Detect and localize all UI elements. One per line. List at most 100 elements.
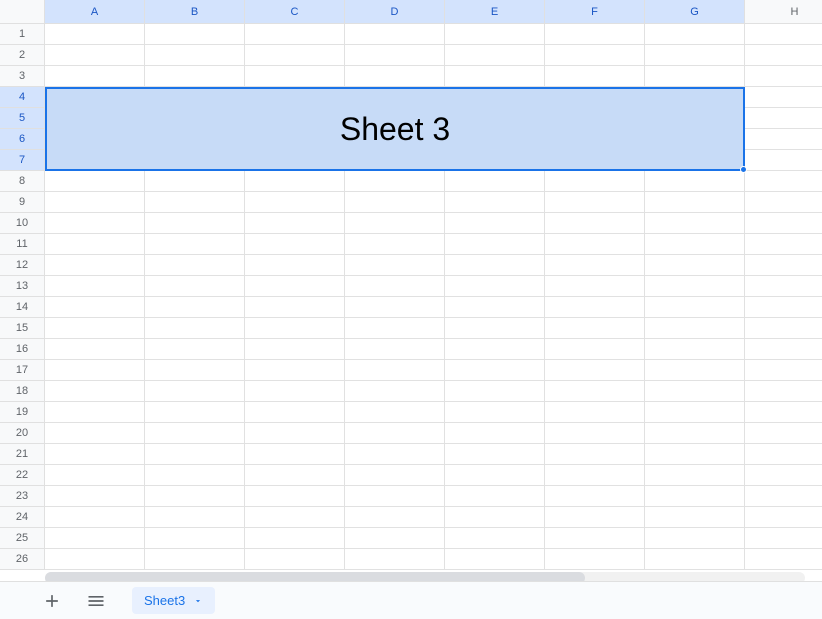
cell-A16[interactable] <box>45 339 145 360</box>
cell-B25[interactable] <box>145 528 245 549</box>
cell-G16[interactable] <box>645 339 745 360</box>
cell-H8[interactable] <box>745 171 822 192</box>
cell-F20[interactable] <box>545 423 645 444</box>
cell-E9[interactable] <box>445 192 545 213</box>
row-header-26[interactable]: 26 <box>0 549 45 570</box>
cell-H13[interactable] <box>745 276 822 297</box>
sheet-tab-active[interactable]: Sheet3 <box>132 587 215 614</box>
cell-E10[interactable] <box>445 213 545 234</box>
cell-D9[interactable] <box>345 192 445 213</box>
cell-C8[interactable] <box>245 171 345 192</box>
cell-A10[interactable] <box>45 213 145 234</box>
all-sheets-button[interactable] <box>82 587 110 615</box>
cell-E24[interactable] <box>445 507 545 528</box>
cell-B26[interactable] <box>145 549 245 570</box>
cell-A9[interactable] <box>45 192 145 213</box>
cell-D20[interactable] <box>345 423 445 444</box>
cell-D26[interactable] <box>345 549 445 570</box>
row-header-4[interactable]: 4 <box>0 87 45 108</box>
cell-C14[interactable] <box>245 297 345 318</box>
cell-C10[interactable] <box>245 213 345 234</box>
cell-E14[interactable] <box>445 297 545 318</box>
cell-B12[interactable] <box>145 255 245 276</box>
add-sheet-button[interactable] <box>38 587 66 615</box>
cell-A11[interactable] <box>45 234 145 255</box>
cell-A18[interactable] <box>45 381 145 402</box>
cell-G8[interactable] <box>645 171 745 192</box>
cell-C17[interactable] <box>245 360 345 381</box>
cell-H25[interactable] <box>745 528 822 549</box>
cell-C11[interactable] <box>245 234 345 255</box>
cell-G1[interactable] <box>645 24 745 45</box>
cell-G12[interactable] <box>645 255 745 276</box>
cell-G22[interactable] <box>645 465 745 486</box>
cell-C18[interactable] <box>245 381 345 402</box>
cell-D10[interactable] <box>345 213 445 234</box>
cell-F16[interactable] <box>545 339 645 360</box>
cell-A1[interactable] <box>45 24 145 45</box>
row-header-2[interactable]: 2 <box>0 45 45 66</box>
cell-B10[interactable] <box>145 213 245 234</box>
cell-C25[interactable] <box>245 528 345 549</box>
cell-H20[interactable] <box>745 423 822 444</box>
cell-B9[interactable] <box>145 192 245 213</box>
cell-H1[interactable] <box>745 24 822 45</box>
row-header-12[interactable]: 12 <box>0 255 45 276</box>
row-header-24[interactable]: 24 <box>0 507 45 528</box>
cell-A14[interactable] <box>45 297 145 318</box>
cell-D22[interactable] <box>345 465 445 486</box>
row-header-11[interactable]: 11 <box>0 234 45 255</box>
cell-C26[interactable] <box>245 549 345 570</box>
row-header-13[interactable]: 13 <box>0 276 45 297</box>
cell-B18[interactable] <box>145 381 245 402</box>
cell-A17[interactable] <box>45 360 145 381</box>
cell-F11[interactable] <box>545 234 645 255</box>
row-header-7[interactable]: 7 <box>0 150 45 171</box>
column-header-F[interactable]: F <box>545 0 645 24</box>
cell-E26[interactable] <box>445 549 545 570</box>
cell-B17[interactable] <box>145 360 245 381</box>
cell-B15[interactable] <box>145 318 245 339</box>
column-header-C[interactable]: C <box>245 0 345 24</box>
cell-C1[interactable] <box>245 24 345 45</box>
cell-C3[interactable] <box>245 66 345 87</box>
select-all-corner[interactable] <box>0 0 45 24</box>
cell-D17[interactable] <box>345 360 445 381</box>
row-header-1[interactable]: 1 <box>0 24 45 45</box>
cell-D3[interactable] <box>345 66 445 87</box>
row-header-18[interactable]: 18 <box>0 381 45 402</box>
selection-fill-handle[interactable] <box>740 166 747 173</box>
cell-F21[interactable] <box>545 444 645 465</box>
cell-B24[interactable] <box>145 507 245 528</box>
cell-G9[interactable] <box>645 192 745 213</box>
row-header-3[interactable]: 3 <box>0 66 45 87</box>
cell-D24[interactable] <box>345 507 445 528</box>
cell-F17[interactable] <box>545 360 645 381</box>
cell-E12[interactable] <box>445 255 545 276</box>
cell-G11[interactable] <box>645 234 745 255</box>
cell-E19[interactable] <box>445 402 545 423</box>
cell-A8[interactable] <box>45 171 145 192</box>
column-header-E[interactable]: E <box>445 0 545 24</box>
cell-B11[interactable] <box>145 234 245 255</box>
cell-D25[interactable] <box>345 528 445 549</box>
row-header-22[interactable]: 22 <box>0 465 45 486</box>
cell-H17[interactable] <box>745 360 822 381</box>
cell-B22[interactable] <box>145 465 245 486</box>
cell-F8[interactable] <box>545 171 645 192</box>
cell-G14[interactable] <box>645 297 745 318</box>
cell-F23[interactable] <box>545 486 645 507</box>
merged-cell-selection[interactable]: Sheet 3 <box>45 87 745 171</box>
cell-F12[interactable] <box>545 255 645 276</box>
cell-F15[interactable] <box>545 318 645 339</box>
cell-F1[interactable] <box>545 24 645 45</box>
cell-G26[interactable] <box>645 549 745 570</box>
cell-E2[interactable] <box>445 45 545 66</box>
row-header-14[interactable]: 14 <box>0 297 45 318</box>
cell-A21[interactable] <box>45 444 145 465</box>
cell-G23[interactable] <box>645 486 745 507</box>
cell-G10[interactable] <box>645 213 745 234</box>
cell-F25[interactable] <box>545 528 645 549</box>
cell-C16[interactable] <box>245 339 345 360</box>
cell-B1[interactable] <box>145 24 245 45</box>
